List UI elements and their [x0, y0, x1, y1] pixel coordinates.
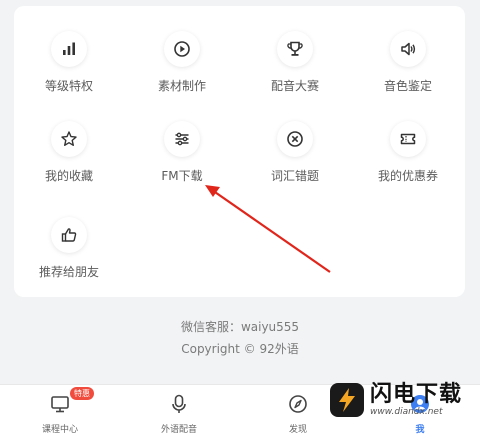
promo-badge: 特惠 [70, 387, 94, 400]
compass-icon [287, 393, 309, 419]
grid-item-material[interactable]: 素材制作 [127, 31, 237, 103]
grid-item-label: 素材制作 [157, 79, 206, 93]
grid-item-label: FM下载 [161, 169, 203, 183]
star-icon [51, 121, 87, 157]
tab-dubbing[interactable]: 外语配音 [129, 393, 229, 435]
speaker-icon [390, 31, 426, 67]
grid-item-label: 我的收藏 [44, 169, 93, 183]
grid-item-label: 词汇错题 [270, 169, 319, 183]
grid-item-recommend[interactable]: 推荐给朋友 [14, 217, 124, 289]
grid-item-label: 音色鉴定 [383, 79, 432, 93]
feature-card: 等级特权 素材制作 配音大赛 音色鉴定 我的收藏 FM下载 词汇错题 我的优惠券… [14, 6, 465, 297]
play-circle-icon [164, 31, 200, 67]
grid-item-level-privileges[interactable]: 等级特权 [14, 31, 124, 103]
grid-item-label: 配音大赛 [270, 79, 319, 93]
tab-label: 课程中心 [41, 425, 78, 435]
grid-item-fm-download[interactable]: FM下载 [127, 121, 237, 193]
close-circle-icon [277, 121, 313, 157]
watermark-url: www.diandx.net [370, 407, 443, 417]
microphone-icon [168, 393, 190, 419]
grid-item-favorites[interactable]: 我的收藏 [14, 121, 124, 193]
trophy-icon [277, 31, 313, 67]
thumbs-up-icon [51, 217, 87, 253]
customer-service-text: 微信客服：waiyu555 [180, 320, 300, 334]
grid-item-vocab-errors[interactable]: 词汇错题 [240, 121, 350, 193]
tab-label: 发现 [288, 425, 307, 435]
copyright-text: Copyright © 92外语 [181, 342, 299, 356]
watermark-title: 闪电下载 [370, 382, 463, 407]
monitor-icon [49, 393, 71, 419]
grid-item-voice-test[interactable]: 音色鉴定 [353, 31, 463, 103]
grid-item-label: 等级特权 [44, 79, 93, 93]
sliders-icon [164, 121, 200, 157]
tab-course-center[interactable]: 特惠 课程中心 [10, 387, 110, 435]
grid-item-label: 推荐给朋友 [38, 265, 99, 279]
grid-item-dubbing-contest[interactable]: 配音大赛 [240, 31, 350, 103]
bar-chart-icon [51, 31, 87, 67]
grid-item-coupons[interactable]: 我的优惠券 [353, 121, 463, 193]
tab-label: 外语配音 [160, 425, 197, 435]
ticket-icon [390, 121, 426, 157]
grid-item-label: 我的优惠券 [377, 169, 438, 183]
lightning-logo-icon [330, 383, 364, 417]
watermark: 闪电下载 www.diandx.net [330, 376, 470, 424]
